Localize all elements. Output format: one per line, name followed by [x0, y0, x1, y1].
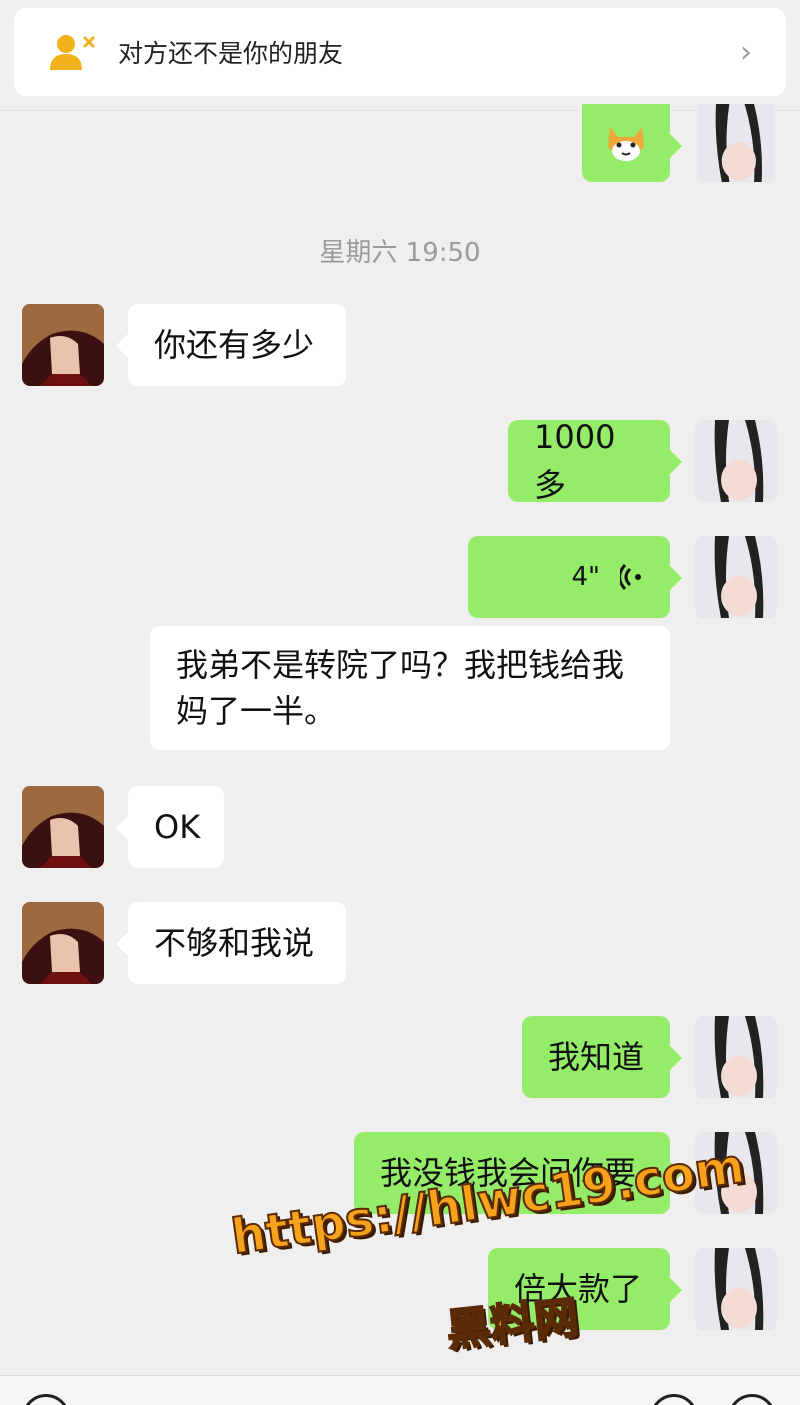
message-text: 我弟不是转院了吗？我把钱给我妈了一半。	[176, 646, 625, 730]
timestamp: 星期六 19:50	[319, 238, 481, 268]
watermark: https://hlwc19.com 黑料网	[227, 1137, 749, 1360]
voice-duration: 4"	[571, 562, 600, 592]
message-text: 你还有多少	[154, 326, 315, 364]
voice-message-bubble[interactable]: 4"	[468, 536, 682, 618]
avatar-self[interactable]	[695, 420, 777, 502]
message-bubble-sticker[interactable]	[582, 104, 682, 182]
avatar-self[interactable]	[695, 536, 777, 618]
message-text: 1000多	[534, 418, 616, 504]
input-toolbar	[0, 1375, 800, 1405]
voice-toggle-icon[interactable]	[22, 1394, 70, 1405]
message-text: 我知道	[548, 1038, 645, 1076]
message-text: 不够和我说	[154, 924, 315, 962]
voice-wave-icon	[620, 563, 641, 591]
message-bubble[interactable]: 我知道	[522, 1016, 682, 1098]
message-bubble[interactable]: 不够和我说	[116, 902, 346, 984]
add-friend-icon	[48, 32, 96, 72]
avatar-self[interactable]	[695, 104, 777, 182]
message-text: OK	[154, 808, 201, 846]
message-bubble[interactable]: 1000多	[508, 418, 682, 504]
avatar-contact[interactable]	[22, 304, 104, 386]
message-bubble[interactable]: 你还有多少	[116, 304, 346, 386]
plus-icon[interactable]	[728, 1394, 776, 1405]
voice-transcription-bubble[interactable]: 我弟不是转院了吗？我把钱给我妈了一半。	[150, 626, 670, 750]
watermark-title: 黑料网	[443, 1291, 582, 1358]
shiba-dog-sticker	[608, 127, 644, 161]
avatar-contact[interactable]	[22, 902, 104, 984]
divider	[0, 110, 800, 111]
emoji-icon[interactable]	[650, 1394, 698, 1405]
banner-text: 对方还不是你的朋友	[118, 39, 344, 68]
avatar-self[interactable]	[695, 1016, 777, 1098]
chevron-right-icon: ›	[740, 34, 752, 70]
not-friend-banner[interactable]: 对方还不是你的朋友 ›	[14, 8, 786, 96]
avatar-contact[interactable]	[22, 786, 104, 868]
message-bubble[interactable]: OK	[116, 786, 224, 868]
